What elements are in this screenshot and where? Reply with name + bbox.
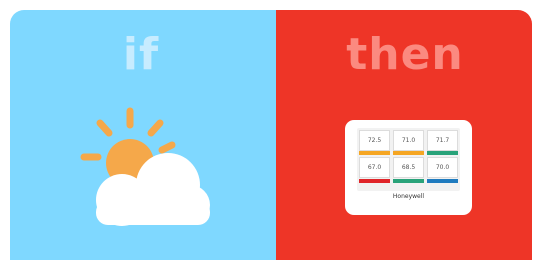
- then-panel: then 72.5 71.0 71.7 67.0 68.5 70.0 Honey…: [276, 10, 532, 260]
- thermostat-icon: 72.5 71.0 71.7 67.0 68.5 70.0 Honeywell: [345, 120, 472, 215]
- if-panel: if: [10, 10, 276, 260]
- thermostat-tile: 68.5: [393, 157, 424, 178]
- then-label: then: [346, 29, 464, 80]
- brand-label: Honeywell: [392, 193, 425, 200]
- thermostat-screen: 72.5 71.0 71.7 67.0 68.5 70.0: [357, 128, 460, 191]
- thermostat-tile: 71.0: [393, 130, 424, 151]
- thermostat-status-bar: [393, 179, 424, 183]
- thermostat-status-bar: [359, 151, 390, 155]
- thermostat-tile: 71.7: [427, 130, 458, 151]
- if-label: if: [122, 29, 160, 80]
- thermostat-tile: 67.0: [359, 157, 390, 178]
- partly-sunny-weather-icon: [80, 107, 210, 226]
- thermostat-status-bar: [359, 179, 390, 183]
- thermostat-status-bar: [427, 179, 458, 183]
- thermostat-tile: 70.0: [427, 157, 458, 178]
- thermostat-tile: 72.5: [359, 130, 390, 151]
- applet-card[interactable]: if then 72.5 71.0 71.7 67.0 68.5 70.0 Ho…: [10, 10, 532, 260]
- thermostat-status-bar: [393, 151, 424, 155]
- thermostat-status-bar: [427, 151, 458, 155]
